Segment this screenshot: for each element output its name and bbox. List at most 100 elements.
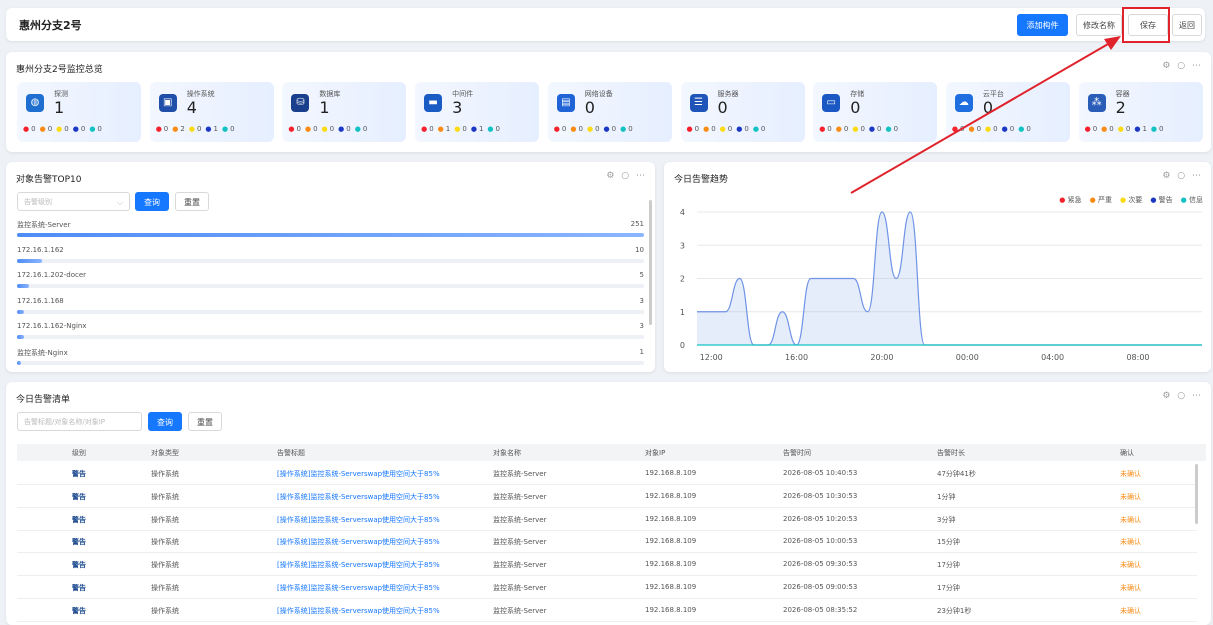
table-row[interactable]: 警告 操作系统 [操作系统]监控系统-Serverswap使用空间大于85% 监控系统… [17,599,1197,622]
level-count: ● 0 [570,125,583,133]
top10-row-value: 1 [639,347,644,356]
level-dot-icon: ● [603,125,610,133]
table-cell[interactable]: 未确认 [1120,537,1141,547]
rename-button[interactable]: 修改名称 [1076,14,1122,36]
overview-panel: 惠州分支2号监控总览 ⚙ ○ ⋯ ◍ 探测 1 ● 0 ● 0 ● 0 ● 0 ● 0 ▣ 操作系统 4 ● 0 ●… [6,52,1211,152]
level-dot-icon: ● [23,125,30,133]
level-dot-icon: ● [835,125,842,133]
alerts-scrollbar[interactable] [1195,464,1198,524]
table-row[interactable]: 警告 操作系统 [操作系统]监控系统-Serverswap使用空间大于85% 监控系统… [17,530,1197,554]
alerts-query-button[interactable]: 查询 [148,412,182,431]
table-cell[interactable]: [操作系统]监控系统-Serverswap使用空间大于85% [277,515,440,525]
level-count: ● 0 [354,125,368,133]
table-cell[interactable]: [操作系统]监控系统-Serverswap使用空间大于85% [277,537,440,547]
table-cell[interactable]: 未确认 [1120,583,1141,593]
top10-row-value: 10 [635,245,644,254]
overview-tools[interactable]: ⚙ ○ ⋯ [1162,61,1203,71]
x-tick-label: 08:00 [1126,353,1149,362]
level-count: ● 0 [1150,125,1164,133]
table-row[interactable]: 警告 操作系统 [操作系统]监控系统-Serverswap使用空间大于85% 监控系统… [17,462,1197,485]
top10-bar-fill [17,309,25,314]
column-header[interactable]: 对象类型 [151,448,179,458]
table-cell: 192.168.8.109 [645,605,697,614]
table-cell: 192.168.8.109 [645,491,697,500]
network-device-icon: ▤ [556,94,575,112]
alerts-reset-button[interactable]: 重置 [188,412,222,431]
table-row[interactable]: 警告 操作系统 [操作系统]监控系统-Serverswap使用空间大于85% 监控系统… [17,576,1197,599]
level-count: ● 0 [56,125,69,133]
card-level-counts: ● 0 ● 0 ● 0 ● 1 ● 0 [1085,125,1168,133]
table-cell: 23分钟1秒 [937,606,972,615]
table-cell[interactable]: [操作系统]监控系统-Serverswap使用空间大于85% [277,560,440,570]
overview-card[interactable]: ▣ 操作系统 4 ● 0 ● 2 ● 0 ● 1 ● 0 [149,82,274,142]
column-header[interactable]: 告警时长 [937,448,965,458]
top10-row-value: 251 [630,220,644,228]
table-row[interactable]: 警告 操作系统 [操作系统]监控系统-Serverswap使用空间大于85% 监控系统… [17,485,1197,508]
table-cell[interactable]: 未确认 [1120,606,1141,616]
table-cell: 2026-08-05 10:00:53 [783,537,858,546]
top10-bar-fill [17,258,42,263]
level-count: ● 1 [437,125,451,133]
overview-card[interactable]: ⁂ 容器 2 ● 0 ● 0 ● 0 ● 1 ● 0 [1078,82,1203,142]
table-cell[interactable]: [操作系统]监控系统-Serverswap使用空间大于85% [277,469,440,479]
top10-reset-button[interactable]: 重置 [175,192,209,211]
table-cell[interactable]: 未确认 [1120,492,1141,502]
add-component-button[interactable]: 添加构件 [1017,14,1068,36]
alerts-tools[interactable]: ⚙ ○ ⋯ [1162,391,1203,401]
overview-card[interactable]: ▤ 网络设备 0 ● 0 ● 0 ● 0 ● 0 ● 0 [547,82,672,142]
table-cell[interactable]: [操作系统]监控系统-Serverswap使用空间大于85% [277,583,440,593]
top-bar: 惠州分支2号 添加构件 修改名称 保存 返回 [6,8,1205,41]
table-cell[interactable]: [操作系统]监控系统-Serverswap使用空间大于85% [277,492,440,502]
table-cell: 警告 [72,606,86,615]
top10-scrollbar[interactable] [649,200,652,325]
alerts-panel: 今日告警清单 ⚙ ○ ⋯ 告警标题/对象名称/对象IP 查询 重置 级别 对象类型… [6,382,1211,625]
level-dot-icon: ● [1101,125,1108,133]
column-header[interactable]: 告警时间 [783,448,811,458]
container-icon: ⁂ [1087,94,1106,112]
overview-card[interactable]: ▬ 中间件 3 ● 0 ● 1 ● 0 ● 1 ● 0 [415,82,540,142]
overview-card[interactable]: ⛁ 数据库 1 ● 0 ● 0 ● 0 ● 0 ● 0 [282,82,407,142]
card-count: 0 [717,98,728,117]
table-cell: 1分钟 [937,492,956,501]
alert-level-select[interactable]: 告警级别 ⌵ [17,192,130,211]
level-dot-icon: ● [885,125,892,133]
y-tick-label: 2 [680,275,685,284]
level-dot-icon: ● [968,125,975,133]
level-count: ● 0 [23,125,36,133]
overview-card[interactable]: ☁ 云平台 0 ● 0 ● 0 ● 0 ● 0 ● 0 [945,82,1070,142]
level-dot-icon: ● [752,125,759,133]
overview-card[interactable]: ▭ 存储 0 ● 0 ● 0 ● 0 ● 0 ● 0 [813,82,938,142]
level-count: ● 0 [188,125,202,133]
top10-row-name: 172.16.1.162-Nginx [17,322,87,330]
x-tick-label: 04:00 [1041,353,1064,362]
alerts-search-input[interactable]: 告警标题/对象名称/对象IP [17,412,142,431]
table-cell: 监控系统-Server [493,515,547,524]
column-header[interactable]: 对象名称 [493,448,521,458]
top10-query-button[interactable]: 查询 [135,192,169,211]
table-cell[interactable]: [操作系统]监控系统-Serverswap使用空间大于85% [277,606,440,616]
table-row[interactable]: 警告 操作系统 [操作系统]监控系统-Serverswap使用空间大于85% 监控系统… [17,553,1197,577]
server-icon: ☰ [689,94,708,112]
table-cell[interactable]: 未确认 [1120,560,1141,570]
table-cell[interactable]: 未确认 [1120,469,1141,479]
top10-row-value: 3 [639,322,644,330]
card-count: 1 [319,98,330,117]
table-row[interactable]: 警告 操作系统 [操作系统]监控系统-Serverswap使用空间大于85% 监控系统… [17,508,1197,531]
card-count: 1 [54,98,65,117]
column-header[interactable]: 级别 [72,448,86,458]
column-header[interactable]: 对象IP [645,448,665,458]
column-header[interactable]: 确认 [1120,448,1134,458]
top10-row-name: 监控系统-Nginx [17,348,68,357]
table-cell: 监控系统-Server [493,606,547,615]
top10-tools[interactable]: ⚙ ○ ⋯ [606,171,647,181]
card-level-counts: ● 0 ● 0 ● 0 ● 0 ● 0 [554,125,637,133]
table-cell: 监控系统-Server [493,561,547,570]
level-count: ● 1 [205,125,218,133]
level-count: ● 0 [1101,125,1114,133]
top10-bar-track [17,258,644,263]
overview-card[interactable]: ◍ 探测 1 ● 0 ● 0 ● 0 ● 0 ● 0 [17,82,141,142]
back-button[interactable]: 返回 [1172,14,1202,36]
column-header[interactable]: 告警标题 [277,448,305,458]
overview-card[interactable]: ☰ 服务器 0 ● 0 ● 0 ● 0 ● 0 ● 0 [680,82,805,142]
table-cell[interactable]: 未确认 [1120,515,1141,525]
